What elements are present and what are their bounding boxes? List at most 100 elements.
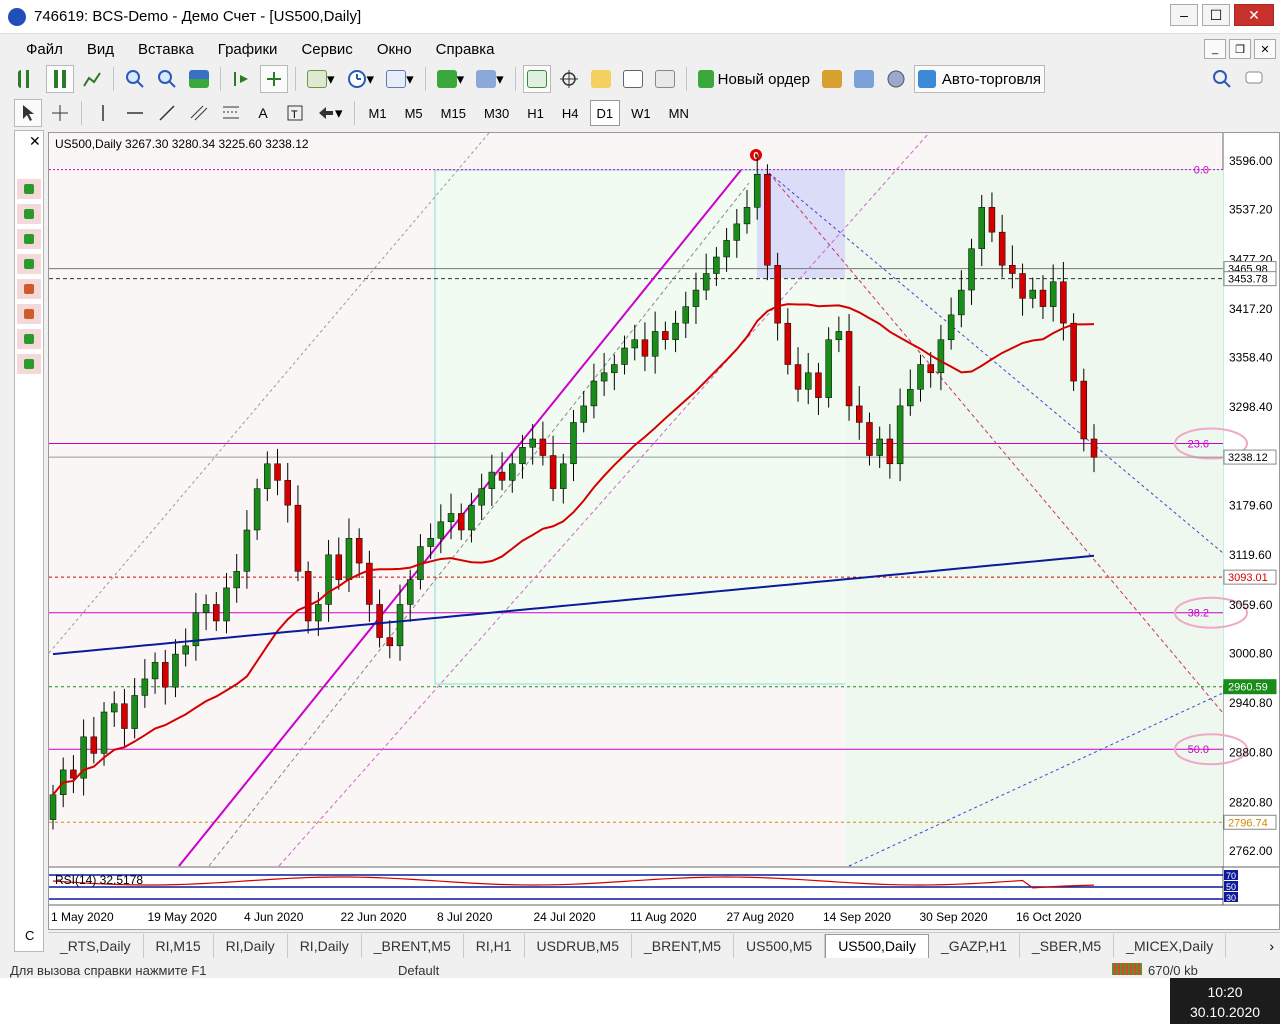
price-chart[interactable]: 0.023.638.250.00 3596.003537.203477.2034… [49,133,1279,929]
clock-date: 30.10.2020 [1189,1004,1261,1020]
candle-body [304,571,312,622]
timeframe-m5[interactable]: M5 [398,100,430,126]
auto-trading-button[interactable]: Авто-торговля [913,65,1045,93]
indicators-dropdown-icon[interactable]: ▾ [303,65,339,93]
tab-sber-m5[interactable]: _SBER,M5 [1020,933,1115,958]
tabs-scroll-right-icon[interactable]: › [1263,938,1280,954]
tab-ri-h1[interactable]: RI,H1 [464,933,525,958]
menu-insert[interactable]: Вставка [126,41,206,58]
autoscroll-icon[interactable] [260,65,288,93]
chat-icon[interactable] [1240,65,1270,93]
close-button[interactable]: ✕ [1234,4,1274,26]
zoom-out-icon[interactable] [153,65,181,93]
timeframe-h1[interactable]: H1 [520,100,551,126]
cursor-icon[interactable] [14,99,42,127]
tab-us500-m5[interactable]: US500,M5 [734,933,826,958]
profiles-dropdown-icon[interactable]: ▾ [472,65,508,93]
candle-body [478,488,485,506]
tile-windows-icon[interactable] [185,65,213,93]
market-watch-icon[interactable] [522,65,551,93]
navigator-item-icon[interactable] [17,254,41,274]
tab-usdrub-m5[interactable]: USDRUB,M5 [525,933,632,958]
tab-brent-m5-2[interactable]: _BRENT,M5 [632,933,735,958]
tab-micex-daily[interactable]: _MICEX,Daily [1114,933,1227,958]
crosshair-icon[interactable] [46,99,74,127]
line-chart-icon[interactable] [78,65,106,93]
candle-body [835,331,843,340]
menu-file[interactable]: Файл [14,41,75,58]
radio-icon[interactable] [882,65,910,93]
date-axis-label: 27 Aug 2020 [727,910,795,924]
taskbar-clock[interactable]: 10:20 30.10.2020 [1170,978,1280,1024]
arrows-dropdown-icon[interactable]: ▾ [313,99,347,127]
menu-view[interactable]: Вид [75,41,126,58]
tab-gazp-h1[interactable]: _GAZP,H1 [929,933,1020,958]
timeframe-m30[interactable]: M30 [477,100,516,126]
candle-body [886,438,894,465]
candle-body [988,207,996,233]
price-axis-label: 3059.60 [1229,598,1273,612]
periods-dropdown-icon[interactable]: ▾ [343,65,379,93]
candle-body [90,736,98,754]
channel-icon[interactable] [185,99,213,127]
tab-brent-m5[interactable]: _BRENT,M5 [362,933,464,958]
navigator-item-icon[interactable] [17,229,41,249]
tab-ri-m15[interactable]: RI,M15 [144,933,214,958]
text-tool-icon[interactable]: A [249,99,277,127]
date-axis-label: 8 Jul 2020 [437,910,493,924]
candle-body [743,207,751,225]
tab-rts-daily[interactable]: _RTS,Daily [48,933,144,958]
tab-us500-daily[interactable]: US500,Daily [825,933,930,958]
crosshair-nav-icon[interactable] [555,65,583,93]
menu-bar: Файл Вид Вставка Графики Сервис Окно Спр… [0,36,1280,62]
new-order-button[interactable]: Новый ордер [694,65,814,93]
navigator-item-icon[interactable] [17,279,41,299]
menu-tools[interactable]: Сервис [289,41,364,58]
child-minimize-button[interactable]: _ [1204,39,1226,59]
chart-tabs: _RTS,Daily RI,M15 RI,Daily RI,Daily _BRE… [48,932,1280,958]
horizontal-line-icon[interactable] [121,99,149,127]
navigator-icon[interactable] [587,65,615,93]
menu-charts[interactable]: Графики [206,41,290,58]
navigator-item-icon[interactable] [17,179,41,199]
navigator-item-icon[interactable] [17,329,41,349]
child-restore-button[interactable]: ❐ [1229,39,1251,59]
timeframe-mn[interactable]: MN [662,100,696,126]
rsi-axis-label: 30 [1226,893,1236,903]
templates-dropdown-icon[interactable]: ▾ [382,65,418,93]
zoom-in-icon[interactable] [121,65,149,93]
search-icon[interactable] [1208,65,1236,93]
navigator-item-icon[interactable] [17,204,41,224]
vertical-line-icon[interactable] [89,99,117,127]
new-chart-icon[interactable]: ▾ [433,65,469,93]
signals-icon[interactable] [850,65,878,93]
timeframe-d1[interactable]: D1 [589,100,621,126]
candle-body [70,769,77,779]
chart-shift-icon[interactable] [228,65,256,93]
navigator-item-icon[interactable] [17,354,41,374]
tab-ri-daily[interactable]: RI,Daily [214,933,288,958]
date-axis-label: 14 Sep 2020 [823,910,891,924]
timeframe-m1[interactable]: M1 [362,100,394,126]
trendline-icon[interactable] [153,99,181,127]
terminal-icon[interactable] [619,65,647,93]
child-close-button[interactable]: ✕ [1254,39,1276,59]
timeframe-m15[interactable]: M15 [434,100,473,126]
menu-window[interactable]: Окно [365,41,424,58]
strategy-tester-icon[interactable] [651,65,679,93]
candle-body [958,289,965,316]
maximize-button[interactable]: ☐ [1202,4,1230,26]
fibonacci-icon[interactable] [217,99,245,127]
text-label-icon[interactable]: T [281,99,309,127]
bar-chart-icon[interactable] [14,65,42,93]
navigator-item-icon[interactable] [17,304,41,324]
minimize-button[interactable]: – [1170,4,1198,26]
navigator-close-icon[interactable]: ✕ [29,133,41,150]
menu-help[interactable]: Справка [424,41,507,58]
tab-ri-daily-2[interactable]: RI,Daily [288,933,362,958]
candlestick-chart-icon[interactable] [46,65,74,93]
timeframe-w1[interactable]: W1 [624,100,658,126]
metaeditor-icon[interactable] [818,65,846,93]
timeframe-h4[interactable]: H4 [555,100,586,126]
chart-window[interactable]: 0.0 23.6 38.2 50.0 0 3596.00 3537.20 3477.20 34… [48,132,1280,930]
